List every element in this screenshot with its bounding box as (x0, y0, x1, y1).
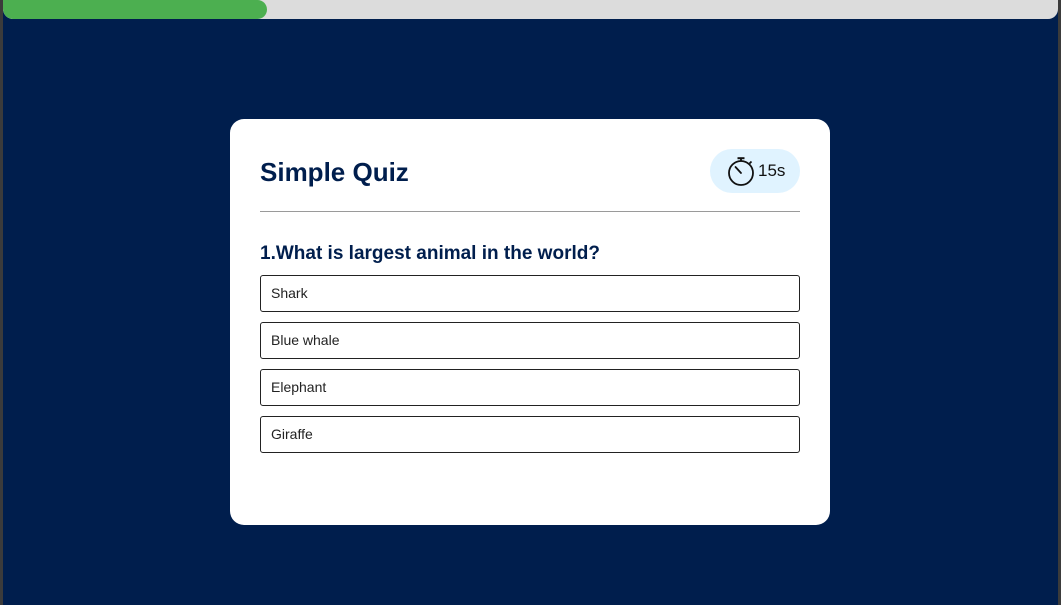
timer-text: 15s (758, 161, 786, 180)
stopwatch-icon (728, 157, 754, 186)
progress-bar-fill (3, 0, 267, 19)
quiz-header: Simple Quiz 15s (260, 149, 800, 212)
answer-option[interactable]: Blue whale (260, 322, 800, 359)
progress-bar (3, 0, 1058, 19)
answer-options: Shark Blue whale Elephant Giraffe (260, 275, 800, 463)
answer-option[interactable]: Giraffe (260, 416, 800, 453)
answer-option[interactable]: Elephant (260, 369, 800, 406)
quiz-page: Simple Quiz 15s 1.What is largest animal… (3, 0, 1058, 605)
question-text: 1.What is largest animal in the world? (260, 243, 600, 264)
answer-option[interactable]: Shark (260, 275, 800, 312)
quiz-title: Simple Quiz (260, 157, 409, 187)
timer-badge: 15s (710, 149, 800, 193)
quiz-card: Simple Quiz 15s 1.What is largest animal… (230, 119, 830, 525)
